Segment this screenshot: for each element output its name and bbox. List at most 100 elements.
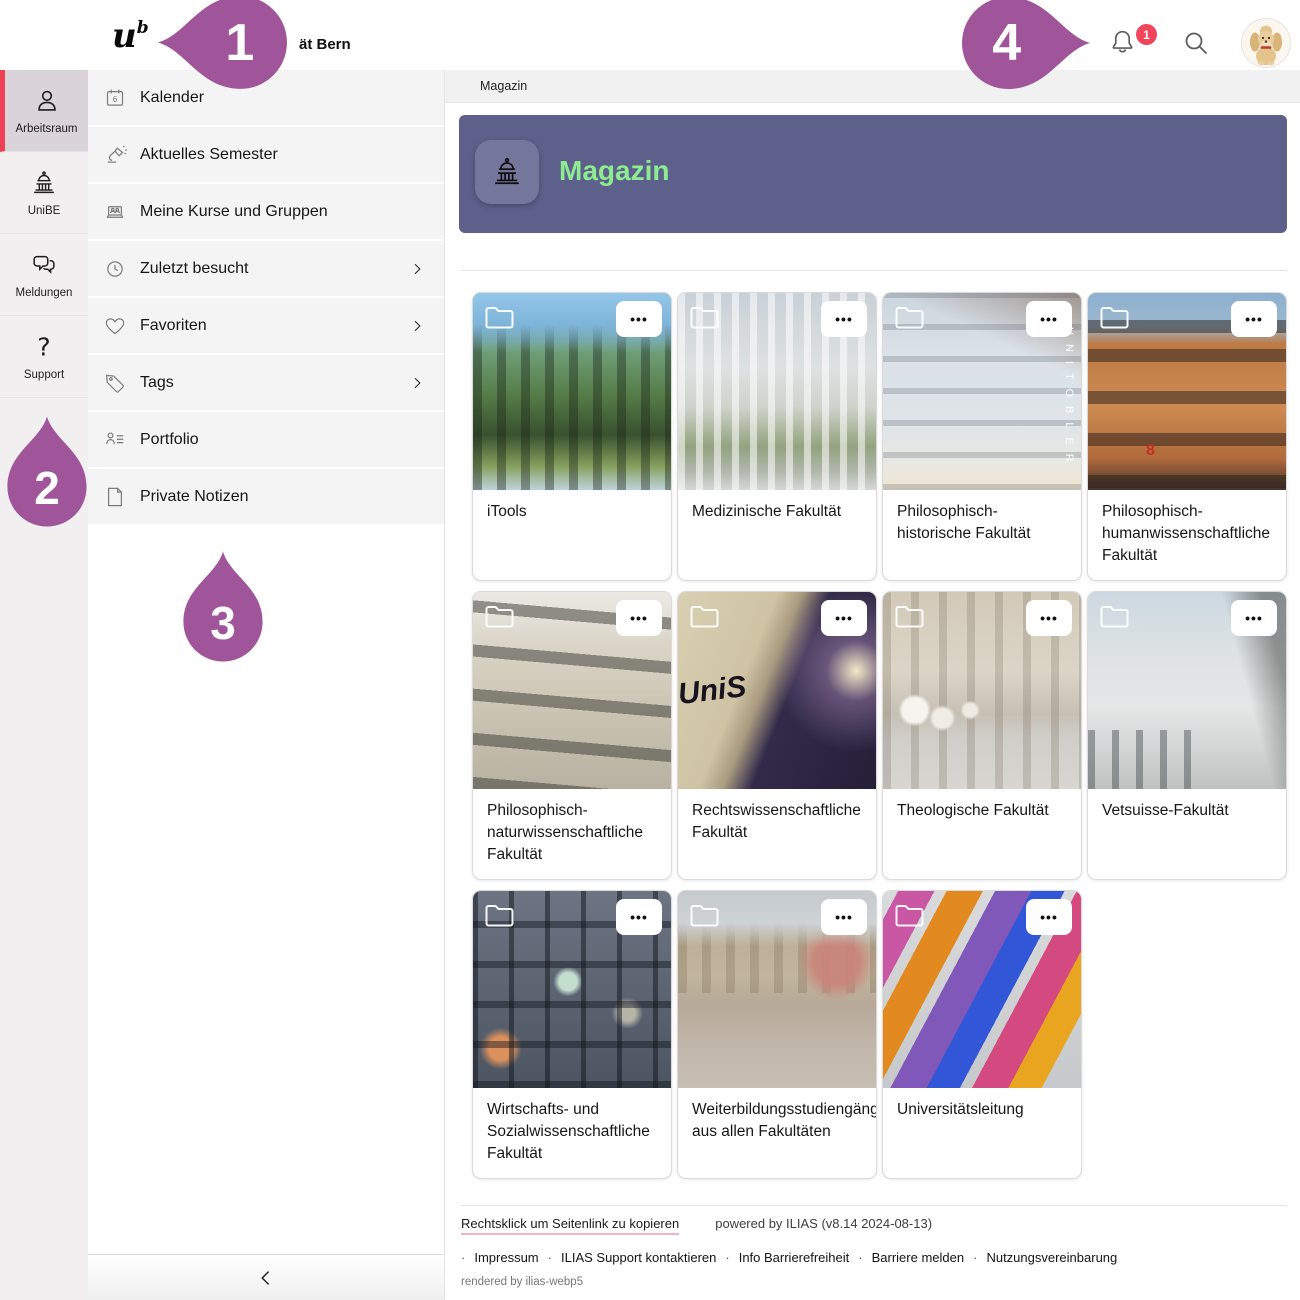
marker-number: 3 [210, 596, 236, 650]
breadcrumb-magazin[interactable]: Magazin [480, 79, 527, 93]
unibe-logo[interactable]: ub [112, 16, 149, 56]
ellipsis-icon: ••• [1040, 610, 1058, 626]
footer-link-barrierefreiheit[interactable]: Info Barrierefreiheit [739, 1250, 850, 1265]
notifications-button[interactable] [1106, 26, 1139, 59]
logo-letter-b: b [137, 18, 149, 38]
card-actions-button[interactable]: ••• [1231, 301, 1277, 337]
separator: · [548, 1250, 552, 1265]
card-actions-button[interactable]: ••• [616, 899, 662, 935]
repo-card-weiterbildung[interactable]: ••• Weiterbildungsstudiengänge aus allen… [677, 890, 877, 1179]
folder-icon [688, 302, 722, 332]
image-overlay-text: UniS [677, 670, 748, 712]
main-content: Magazin Magazin ••• iTools [445, 70, 1300, 1300]
card-actions-button[interactable]: ••• [616, 301, 662, 337]
annotation-marker-1: 1 [156, 0, 289, 93]
card-title[interactable]: Weiterbildungsstudiengänge aus allen Fak… [678, 1088, 876, 1156]
ellipsis-icon: ••• [630, 909, 648, 925]
repo-card-vetsuisse[interactable]: ••• Vetsuisse-Fakultät [1087, 591, 1287, 880]
footer-divider [461, 1205, 1287, 1206]
footer-link-impressum[interactable]: Impressum [474, 1250, 538, 1265]
card-image: ••• [473, 592, 671, 789]
folder-icon [688, 900, 722, 930]
card-actions-button[interactable]: ••• [616, 600, 662, 636]
collapse-sidebar-button[interactable] [88, 1254, 444, 1300]
card-actions-button[interactable]: ••• [1026, 600, 1072, 636]
folder-icon [483, 302, 517, 332]
courses-groups-icon [103, 200, 127, 224]
menu-item-label: Favoriten [140, 317, 207, 335]
person-icon [32, 86, 62, 116]
rail-item-support[interactable]: Support [0, 316, 88, 398]
separator: · [858, 1250, 862, 1265]
card-title[interactable]: Theologische Fakultät [883, 789, 1081, 835]
rail-item-arbeitsraum[interactable]: Arbeitsraum [0, 70, 88, 152]
folder-icon [893, 302, 927, 332]
rendered-by-text: rendered by ilias-webp5 [461, 1276, 583, 1288]
search-button[interactable] [1180, 27, 1212, 59]
menu-item-tags[interactable]: Tags [88, 355, 444, 410]
menu-item-label: Meine Kurse und Gruppen [140, 203, 328, 221]
repo-card-phil-naturwissenschaftliche[interactable]: ••• Philosophisch-naturwissenschaftliche… [472, 591, 672, 880]
card-title[interactable]: Philosophisch-naturwissenschaftliche Fak… [473, 789, 671, 879]
card-image: ••• [883, 592, 1081, 789]
repo-card-theologische[interactable]: ••• Theologische Fakultät [882, 591, 1082, 880]
repo-card-phil-historische[interactable]: ••• UNITOBLER Philosophisch-historische … [882, 292, 1082, 581]
repo-card-rechtswissenschaftliche[interactable]: ••• UniS Rechtswissenschaftliche Fakultä… [677, 591, 877, 880]
powered-by-text: powered by ILIAS (v8.14 2024-08-13) [715, 1216, 932, 1231]
marker-number: 4 [992, 13, 1021, 73]
card-title[interactable]: Medizinische Fakultät [678, 490, 876, 536]
folder-icon [483, 900, 517, 930]
menu-item-meine-kurse[interactable]: Meine Kurse und Gruppen [88, 184, 444, 239]
card-title[interactable]: Rechtswissenschaftliche Fakultät [678, 789, 876, 857]
university-building-icon [489, 154, 525, 190]
menu-item-private-notizen[interactable]: Private Notizen [88, 469, 444, 524]
footer-link-barriere-melden[interactable]: Barriere melden [872, 1250, 965, 1265]
card-title[interactable]: Universitätsleitung [883, 1088, 1081, 1134]
repo-card-wirtschafts-sozial[interactable]: ••• Wirtschafts- und Sozialwissenschaftl… [472, 890, 672, 1179]
card-actions-button[interactable]: ••• [821, 301, 867, 337]
footer-link-ilias-support[interactable]: ILIAS Support kontaktieren [561, 1250, 716, 1265]
rail-item-meldungen[interactable]: Meldungen [0, 234, 88, 316]
menu-item-portfolio[interactable]: Portfolio [88, 412, 444, 467]
card-image: ••• [1088, 592, 1286, 789]
card-actions-button[interactable]: ••• [821, 600, 867, 636]
annotation-marker-4: 4 [957, 0, 1095, 93]
ellipsis-icon: ••• [630, 610, 648, 626]
bell-icon [1106, 26, 1139, 59]
separator: · [725, 1250, 729, 1265]
chat-bubbles-icon [29, 250, 59, 280]
repo-card-phil-humanwissenschaftliche[interactable]: ••• 8 Philosophisch-humanwissenschaftlic… [1087, 292, 1287, 581]
repo-card-medizinische-fakultaet[interactable]: ••• Medizinische Fakultät [677, 292, 877, 581]
card-title[interactable]: Wirtschafts- und Sozialwissenschaftliche… [473, 1088, 671, 1178]
ellipsis-icon: ••• [630, 311, 648, 327]
permalink-copy-link[interactable]: Rechtsklick um Seitenlink zu kopieren [461, 1216, 679, 1235]
menu-item-label: Portfolio [140, 431, 199, 449]
calendar-icon [103, 86, 127, 110]
user-avatar[interactable] [1241, 18, 1291, 68]
card-title[interactable]: iTools [473, 490, 671, 536]
notification-badge[interactable]: 1 [1136, 24, 1157, 45]
card-actions-button[interactable]: ••• [1231, 600, 1277, 636]
card-title[interactable]: Vetsuisse-Fakultät [1088, 789, 1286, 835]
footer-links: · Impressum · ILIAS Support kontaktieren… [461, 1250, 1117, 1265]
card-title[interactable]: Philosophisch-humanwissenschaftliche Fak… [1088, 490, 1286, 580]
menu-item-zuletzt-besucht[interactable]: Zuletzt besucht [88, 241, 444, 296]
menu-item-aktuelles-semester[interactable]: Aktuelles Semester [88, 127, 444, 182]
separator: · [973, 1250, 977, 1265]
sidebar-menu-panel: Kalender Aktuelles Semester Meine Kurse … [88, 70, 445, 1300]
rail-item-unibe[interactable]: UniBE [0, 152, 88, 234]
ellipsis-icon: ••• [1245, 610, 1263, 626]
question-mark-icon [29, 332, 59, 362]
repo-card-itools[interactable]: ••• iTools [472, 292, 672, 581]
pin-right-icon [957, 0, 1095, 93]
portfolio-icon [103, 428, 127, 452]
card-actions-button[interactable]: ••• [821, 899, 867, 935]
ellipsis-icon: ••• [1245, 311, 1263, 327]
menu-item-favoriten[interactable]: Favoriten [88, 298, 444, 353]
card-title[interactable]: Philosophisch-historische Fakultät [883, 490, 1081, 558]
card-actions-button[interactable]: ••• [1026, 899, 1072, 935]
heart-icon [103, 314, 127, 338]
repo-card-universitaetsleitung[interactable]: ••• Universitätsleitung [882, 890, 1082, 1179]
menu-item-label: Zuletzt besucht [140, 260, 249, 278]
footer-link-nutzungsvereinbarung[interactable]: Nutzungsvereinbarung [986, 1250, 1117, 1265]
